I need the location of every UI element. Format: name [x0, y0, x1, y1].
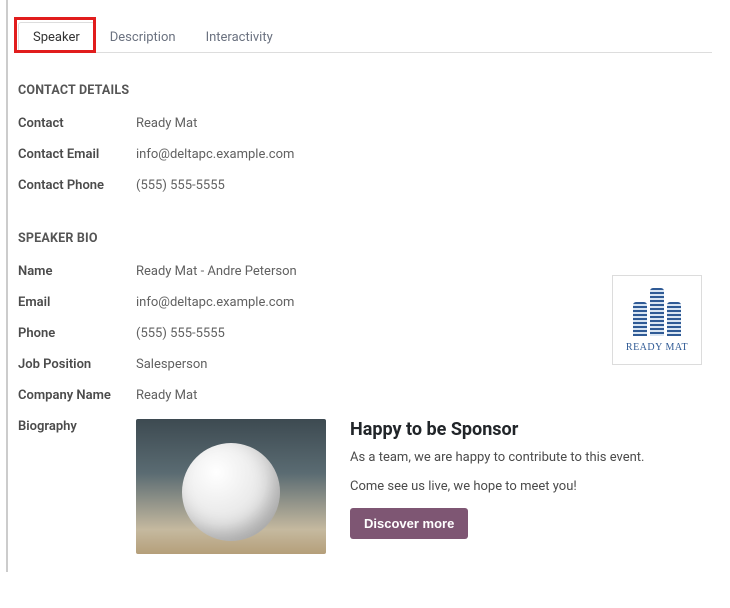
name-value: Ready Mat - Andre Peterson: [136, 264, 297, 279]
job-position-label: Job Position: [18, 357, 136, 372]
email-label: Email: [18, 295, 136, 310]
contact-details-section: CONTACT DETAILS Contact Ready Mat Contac…: [18, 83, 712, 201]
biography-heading: Happy to be Sponsor: [350, 419, 712, 440]
tab-speaker[interactable]: Speaker: [18, 22, 95, 53]
speaker-product-icon: [182, 443, 280, 541]
company-name-label: Company Name: [18, 388, 136, 403]
field-contact-email: Contact Email info@deltapc.example.com: [18, 139, 712, 170]
field-company-name: Company Name Ready Mat: [18, 380, 712, 411]
field-phone: Phone (555) 555-5555: [18, 318, 712, 349]
contact-phone-value: (555) 555-5555: [136, 178, 225, 193]
company-logo-text: READY MAT: [626, 342, 688, 353]
tab-interactivity[interactable]: Interactivity: [191, 22, 288, 53]
email-value: info@deltapc.example.com: [136, 295, 294, 310]
field-email: Email info@deltapc.example.com: [18, 287, 712, 318]
contact-label: Contact: [18, 116, 136, 131]
speaker-bio-section: SPEAKER BIO READY MAT Name Ready Mat - A…: [18, 231, 712, 554]
field-contact-phone: Contact Phone (555) 555-5555: [18, 170, 712, 201]
contact-details-title: CONTACT DETAILS: [18, 83, 712, 98]
biography-image: [136, 419, 326, 554]
left-divider: [6, 0, 8, 572]
discover-more-button[interactable]: Discover more: [350, 508, 468, 539]
contact-email-label: Contact Email: [18, 147, 136, 162]
contact-phone-label: Contact Phone: [18, 178, 136, 193]
company-name-value: Ready Mat: [136, 388, 197, 403]
field-name: Name Ready Mat - Andre Peterson: [18, 256, 712, 287]
phone-value: (555) 555-5555: [136, 326, 225, 341]
contact-value: Ready Mat: [136, 116, 197, 131]
page-root: Speaker Description Interactivity CONTAC…: [0, 0, 730, 572]
tab-description[interactable]: Description: [95, 22, 191, 53]
speaker-bio-title: SPEAKER BIO: [18, 231, 712, 246]
biography-text: Happy to be Sponsor As a team, we are ha…: [350, 419, 712, 539]
phone-label: Phone: [18, 326, 136, 341]
field-biography: Biography Happy to be Sponsor As a team,…: [18, 411, 712, 554]
job-position-value: Salesperson: [136, 357, 207, 372]
biography-paragraph-1: As a team, we are happy to contribute to…: [350, 450, 712, 465]
tab-bar: Speaker Description Interactivity: [18, 18, 712, 53]
company-logo: READY MAT: [612, 275, 702, 365]
contact-email-value: info@deltapc.example.com: [136, 147, 294, 162]
name-label: Name: [18, 264, 136, 279]
field-contact: Contact Ready Mat: [18, 108, 712, 139]
field-job-position: Job Position Salesperson: [18, 349, 712, 380]
logo-towers-icon: [633, 288, 681, 336]
biography-label: Biography: [18, 419, 136, 434]
biography-paragraph-2: Come see us live, we hope to meet you!: [350, 479, 712, 494]
